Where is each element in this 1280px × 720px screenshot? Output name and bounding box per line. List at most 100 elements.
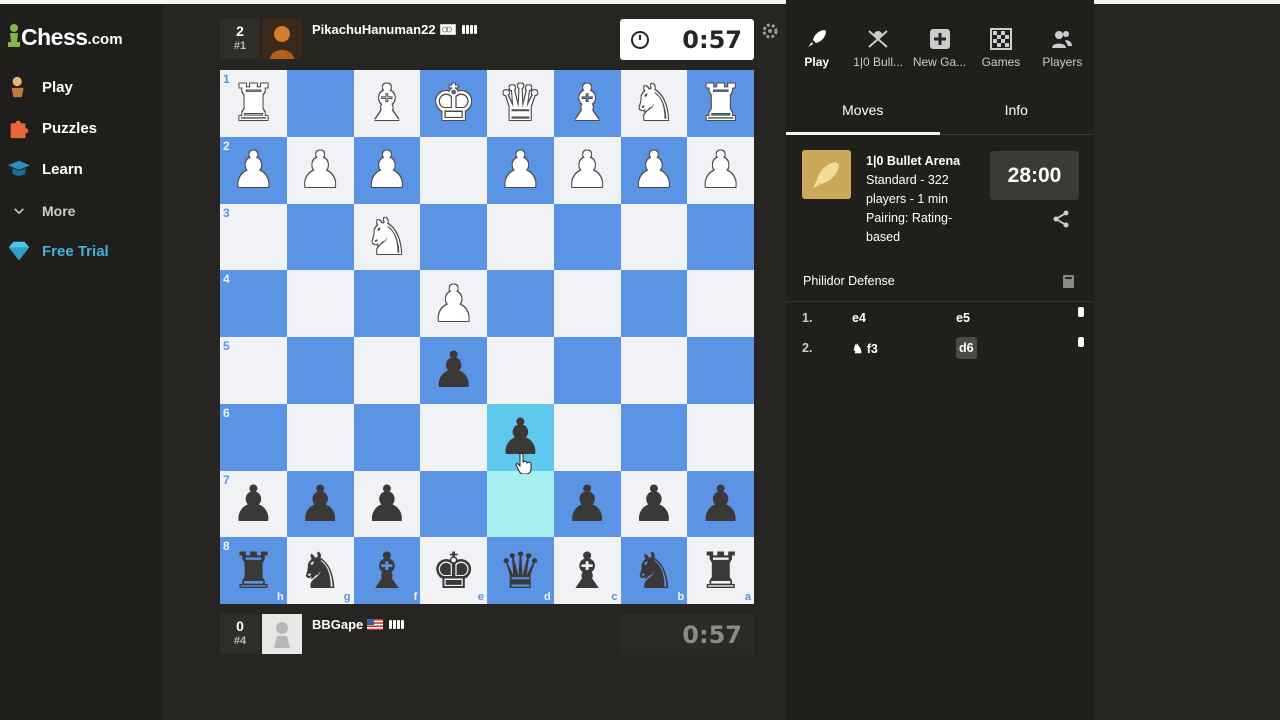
board-square[interactable]: ♟ (620, 136, 688, 204)
board-square[interactable]: 4 (220, 270, 287, 337)
white-move[interactable]: e4 (852, 311, 866, 325)
black-king-piece[interactable]: ♚ (431, 546, 476, 596)
board-square[interactable]: 2 ♟ (220, 136, 287, 204)
board-square[interactable] (353, 270, 421, 337)
share-icon[interactable] (1052, 210, 1070, 228)
white-pawn-piece[interactable]: ♟ (431, 279, 476, 329)
board-square[interactable]: ♟ (286, 136, 354, 204)
board-square[interactable] (620, 270, 688, 337)
board-square[interactable]: ♟ (553, 470, 621, 538)
white-pawn-piece[interactable]: ♟ (698, 145, 743, 195)
board-square[interactable] (420, 403, 487, 471)
black-bishop-piece[interactable]: ♝ (565, 546, 610, 596)
board-square[interactable] (286, 403, 354, 471)
board-square[interactable]: b ♞ (620, 537, 688, 604)
nav-more[interactable]: More (6, 198, 75, 224)
board-square[interactable] (487, 337, 554, 404)
top-player-name[interactable]: PikachuHanuman22 (312, 22, 436, 37)
black-pawn-piece[interactable]: ♟ (231, 479, 276, 529)
board-square[interactable]: ♟ (687, 136, 754, 204)
black-knight-piece[interactable]: ♞ (631, 546, 676, 596)
white-pawn-piece[interactable]: ♟ (298, 145, 343, 195)
board-square[interactable]: ♟ (687, 470, 754, 538)
board-square[interactable] (687, 203, 754, 271)
white-knight-piece[interactable]: ♞ (631, 78, 676, 128)
nav-puzzles[interactable]: Puzzles (6, 115, 97, 141)
board-square[interactable] (420, 203, 487, 271)
board-square[interactable]: ♟ (420, 270, 487, 337)
white-pawn-piece[interactable]: ♟ (364, 145, 409, 195)
board-square[interactable] (553, 403, 621, 471)
settings-gear-icon[interactable] (761, 22, 779, 40)
tab-games[interactable]: Games (970, 19, 1031, 77)
white-bishop-piece[interactable]: ♝ (364, 78, 409, 128)
subtab-moves[interactable]: Moves (786, 86, 940, 135)
board-square[interactable] (487, 470, 554, 538)
board-square[interactable]: ♟ (620, 470, 688, 538)
nav-play[interactable]: Play (6, 74, 73, 100)
board-square[interactable] (286, 337, 354, 404)
board-square[interactable]: f ♝ (353, 537, 421, 604)
chess-logo[interactable]: Chess .com (7, 23, 123, 51)
tab-bullet-arena[interactable]: 1|0 Bull... (847, 19, 908, 77)
black-bishop-piece[interactable]: ♝ (364, 546, 409, 596)
move-list-scrollbar[interactable] (1078, 307, 1084, 317)
nav-free-trial[interactable]: Free Trial (6, 238, 109, 264)
board-square[interactable]: 8 h ♜ (220, 537, 287, 604)
white-pawn-piece[interactable]: ♟ (565, 145, 610, 195)
black-pawn-piece[interactable]: ♟ (364, 479, 409, 529)
board-square[interactable]: 7 ♟ (220, 470, 287, 538)
opening-book-icon[interactable] (1062, 274, 1075, 289)
board-square[interactable]: ♟ (286, 470, 354, 538)
move-list-scrollbar-thumb[interactable] (1078, 337, 1084, 347)
board-square[interactable]: ♚ (420, 70, 487, 137)
top-player-avatar[interactable] (262, 19, 302, 59)
chess-board[interactable]: 1 ♜ ♝ ♚ ♛ ♝ ♞ ♜ 2 ♟ ♟ ♟ ♟ ♟ ♟ ♟ 3 ♞ 4 ♟ 5 ♟ 6 ♟ 7 ♟ ♟ ♟ ♟ ♟ ♟ 8 h ♜ g ♞ f ♝ e ♚… (220, 70, 754, 604)
white-king-piece[interactable]: ♚ (431, 78, 476, 128)
arena-title[interactable]: 1|0 Bullet Arena (866, 152, 974, 171)
white-pawn-piece[interactable]: ♟ (498, 145, 543, 195)
white-knight-piece[interactable]: ♞ (364, 212, 409, 262)
board-square[interactable] (487, 270, 554, 337)
white-rook-piece[interactable]: ♜ (698, 78, 743, 128)
white-bishop-piece[interactable]: ♝ (565, 78, 610, 128)
black-rook-piece[interactable]: ♜ (231, 546, 276, 596)
white-rook-piece[interactable]: ♜ (231, 78, 276, 128)
black-knight-piece[interactable]: ♞ (298, 546, 343, 596)
board-square[interactable] (620, 337, 688, 404)
board-square[interactable]: ♟ (420, 337, 487, 404)
board-square[interactable]: a ♜ (687, 537, 754, 604)
board-square[interactable]: 1 ♜ (220, 70, 287, 137)
board-square[interactable]: ♟ (353, 470, 421, 538)
board-square[interactable]: ♝ (353, 70, 421, 137)
white-pawn-piece[interactable]: ♟ (631, 145, 676, 195)
board-square[interactable] (286, 70, 354, 137)
black-rook-piece[interactable]: ♜ (698, 546, 743, 596)
board-square[interactable] (420, 470, 487, 538)
black-pawn-piece[interactable]: ♟ (298, 479, 343, 529)
tab-play[interactable]: Play (786, 19, 847, 77)
board-square[interactable] (687, 403, 754, 471)
board-square[interactable] (687, 270, 754, 337)
board-square[interactable]: e ♚ (420, 537, 487, 604)
board-square[interactable]: 6 (220, 403, 287, 471)
nav-learn[interactable]: Learn (6, 156, 83, 182)
board-square[interactable] (553, 203, 621, 271)
board-square[interactable]: 5 (220, 337, 287, 404)
tab-players[interactable]: Players (1032, 19, 1093, 77)
black-move[interactable]: e5 (956, 311, 970, 325)
black-pawn-piece[interactable]: ♟ (631, 479, 676, 529)
white-pawn-piece[interactable]: ♟ (231, 145, 276, 195)
board-square[interactable] (353, 403, 421, 471)
board-square[interactable] (553, 337, 621, 404)
board-square[interactable] (620, 403, 688, 471)
board-square[interactable] (353, 337, 421, 404)
black-pawn-piece[interactable]: ♟ (431, 345, 476, 395)
white-move[interactable]: ♞ f3 (852, 341, 878, 356)
board-square[interactable]: ♟ (553, 136, 621, 204)
board-square[interactable]: ♟ (353, 136, 421, 204)
board-square[interactable]: ♛ (487, 70, 554, 137)
board-square[interactable] (687, 337, 754, 404)
board-square[interactable]: c ♝ (553, 537, 621, 604)
board-square[interactable] (286, 270, 354, 337)
